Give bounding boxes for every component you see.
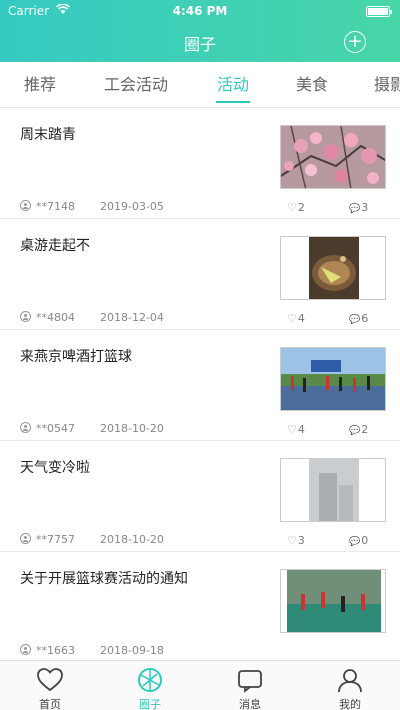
post-author: **7757 (36, 533, 75, 546)
heart-icon: ♡ (287, 423, 297, 436)
bottom-tab-bar: 首页 圈子 消息 我的 (0, 660, 400, 710)
like-count[interactable]: ♡2 (287, 201, 305, 214)
comment-count[interactable]: 💬6 (349, 312, 368, 325)
heart-icon: ♡ (287, 534, 297, 547)
header: Carrier 4:46 PM 圈子 + (0, 0, 400, 62)
post-item[interactable]: 天气变冷啦 **7757 2018-10-20 ♡3 💬0 (0, 441, 400, 552)
user-icon (20, 311, 31, 322)
post-date: 2018-12-04 (100, 311, 164, 324)
like-count[interactable] (287, 645, 288, 658)
post-list[interactable]: 周末踏青 **7148 2019-03-05 ♡2 💬3 桌游走起不 **480… (0, 108, 400, 660)
post-item[interactable]: 桌游走起不 **4804 2018-12-04 ♡4 💬6 (0, 219, 400, 330)
active-tab-indicator (216, 101, 250, 103)
post-author: **1663 (36, 644, 75, 657)
basketball-game-photo (281, 570, 385, 632)
tab-food[interactable]: 美食 (296, 62, 328, 107)
tabbar-home-label: 首页 (39, 698, 61, 710)
comment-icon: 💬 (349, 537, 361, 547)
comment-count[interactable]: 💬0 (349, 534, 368, 547)
post-date: 2018-09-18 (100, 644, 164, 657)
user-icon (20, 200, 31, 211)
plus-circle-icon: + (347, 31, 363, 52)
comment-count[interactable]: 💬3 (349, 201, 368, 214)
post-item[interactable]: 关于开展篮球赛活动的通知 **1663 2018-09-18 (0, 552, 400, 660)
tabbar-home[interactable]: 首页 (0, 661, 100, 710)
user-icon (20, 533, 31, 544)
like-count[interactable]: ♡4 (287, 312, 305, 325)
tab-recommend[interactable]: 推荐 (24, 62, 56, 107)
post-date: 2018-10-20 (100, 422, 164, 435)
tabbar-profile-label: 我的 (339, 698, 361, 710)
comment-icon: 💬 (349, 426, 361, 436)
comment-icon: 💬 (349, 204, 361, 214)
comment-count[interactable]: 💬2 (349, 423, 368, 436)
clock: 4:46 PM (172, 4, 228, 18)
tabbar-profile[interactable]: 我的 (300, 661, 400, 710)
heart-icon: ♡ (287, 201, 297, 214)
post-date: 2018-10-20 (100, 533, 164, 546)
post-thumbnail[interactable] (280, 347, 386, 411)
post-title: 周末踏青 (20, 127, 76, 143)
add-post-button[interactable]: + (344, 31, 366, 53)
basketball-court-photo (281, 348, 385, 410)
comment-icon: 💬 (349, 315, 361, 325)
like-count[interactable]: ♡3 (287, 534, 305, 547)
message-icon (238, 670, 262, 693)
status-bar: Carrier 4:46 PM (0, 0, 400, 22)
tabbar-circle[interactable]: 圈子 (100, 661, 200, 710)
foggy-building-photo (281, 459, 385, 521)
post-title: 来燕京啤酒打篮球 (20, 349, 132, 365)
post-thumbnail[interactable] (280, 236, 386, 300)
tab-photography[interactable]: 摄影 (374, 62, 400, 107)
battery-icon (366, 6, 392, 17)
post-title: 关于开展篮球赛活动的通知 (20, 571, 188, 587)
post-thumbnail[interactable] (280, 569, 386, 633)
post-title: 桌游走起不 (20, 238, 90, 254)
user-icon (20, 644, 31, 655)
tabbar-messages-label: 消息 (239, 698, 261, 710)
tabbar-messages[interactable]: 消息 (200, 661, 300, 710)
page-title: 圈子 (183, 35, 216, 54)
tabbar-circle-label: 圈子 (139, 698, 161, 710)
post-thumbnail[interactable] (280, 125, 386, 189)
category-tabs: 推荐 工会活动 活动 美食 摄影 (0, 62, 400, 108)
circle-icon (138, 668, 162, 692)
post-item[interactable]: 来燕京啤酒打篮球 **0547 2018-10-20 ♡4 💬2 (0, 330, 400, 441)
post-author: **7148 (36, 200, 75, 213)
like-count[interactable]: ♡4 (287, 423, 305, 436)
board-game-photo (281, 237, 385, 299)
tab-union-activities[interactable]: 工会活动 (104, 62, 168, 107)
heart-outline-icon (37, 668, 63, 692)
pink-blossoms-photo (281, 126, 385, 188)
profile-icon (338, 669, 362, 693)
heart-icon: ♡ (287, 312, 297, 325)
user-icon (20, 422, 31, 433)
post-item[interactable]: 周末踏青 **7148 2019-03-05 ♡2 💬3 (0, 108, 400, 219)
comment-count[interactable] (349, 645, 350, 658)
post-date: 2019-03-05 (100, 200, 164, 213)
post-thumbnail[interactable] (280, 458, 386, 522)
post-author: **0547 (36, 422, 75, 435)
post-title: 天气变冷啦 (20, 460, 90, 476)
post-author: **4804 (36, 311, 75, 324)
